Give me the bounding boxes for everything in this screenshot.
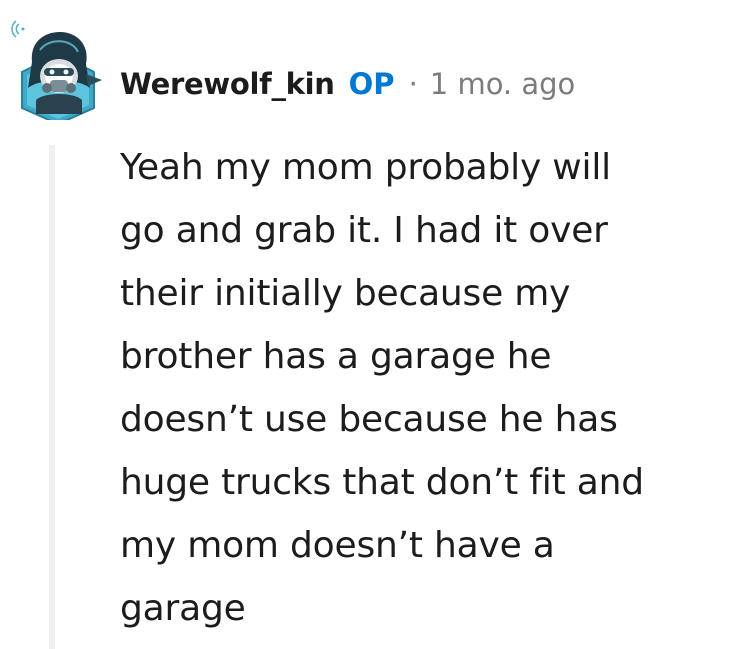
separator-dot: · — [408, 67, 418, 101]
comment-body: Yeah my mom probably will go and grab it… — [120, 147, 644, 629]
comment-timestamp[interactable]: 1 mo. ago — [430, 62, 576, 106]
op-badge: OP — [348, 67, 395, 101]
thread-line[interactable] — [49, 145, 55, 649]
werewolf-avatar-icon — [11, 20, 102, 126]
user-avatar[interactable] — [10, 14, 106, 126]
comment: Werewolf_kin OP · 1 mo. ago Yeah my mom … — [0, 0, 742, 649]
comment-header: Werewolf_kin OP · 1 mo. ago — [120, 62, 575, 106]
username-link[interactable]: Werewolf_kin — [120, 62, 335, 106]
